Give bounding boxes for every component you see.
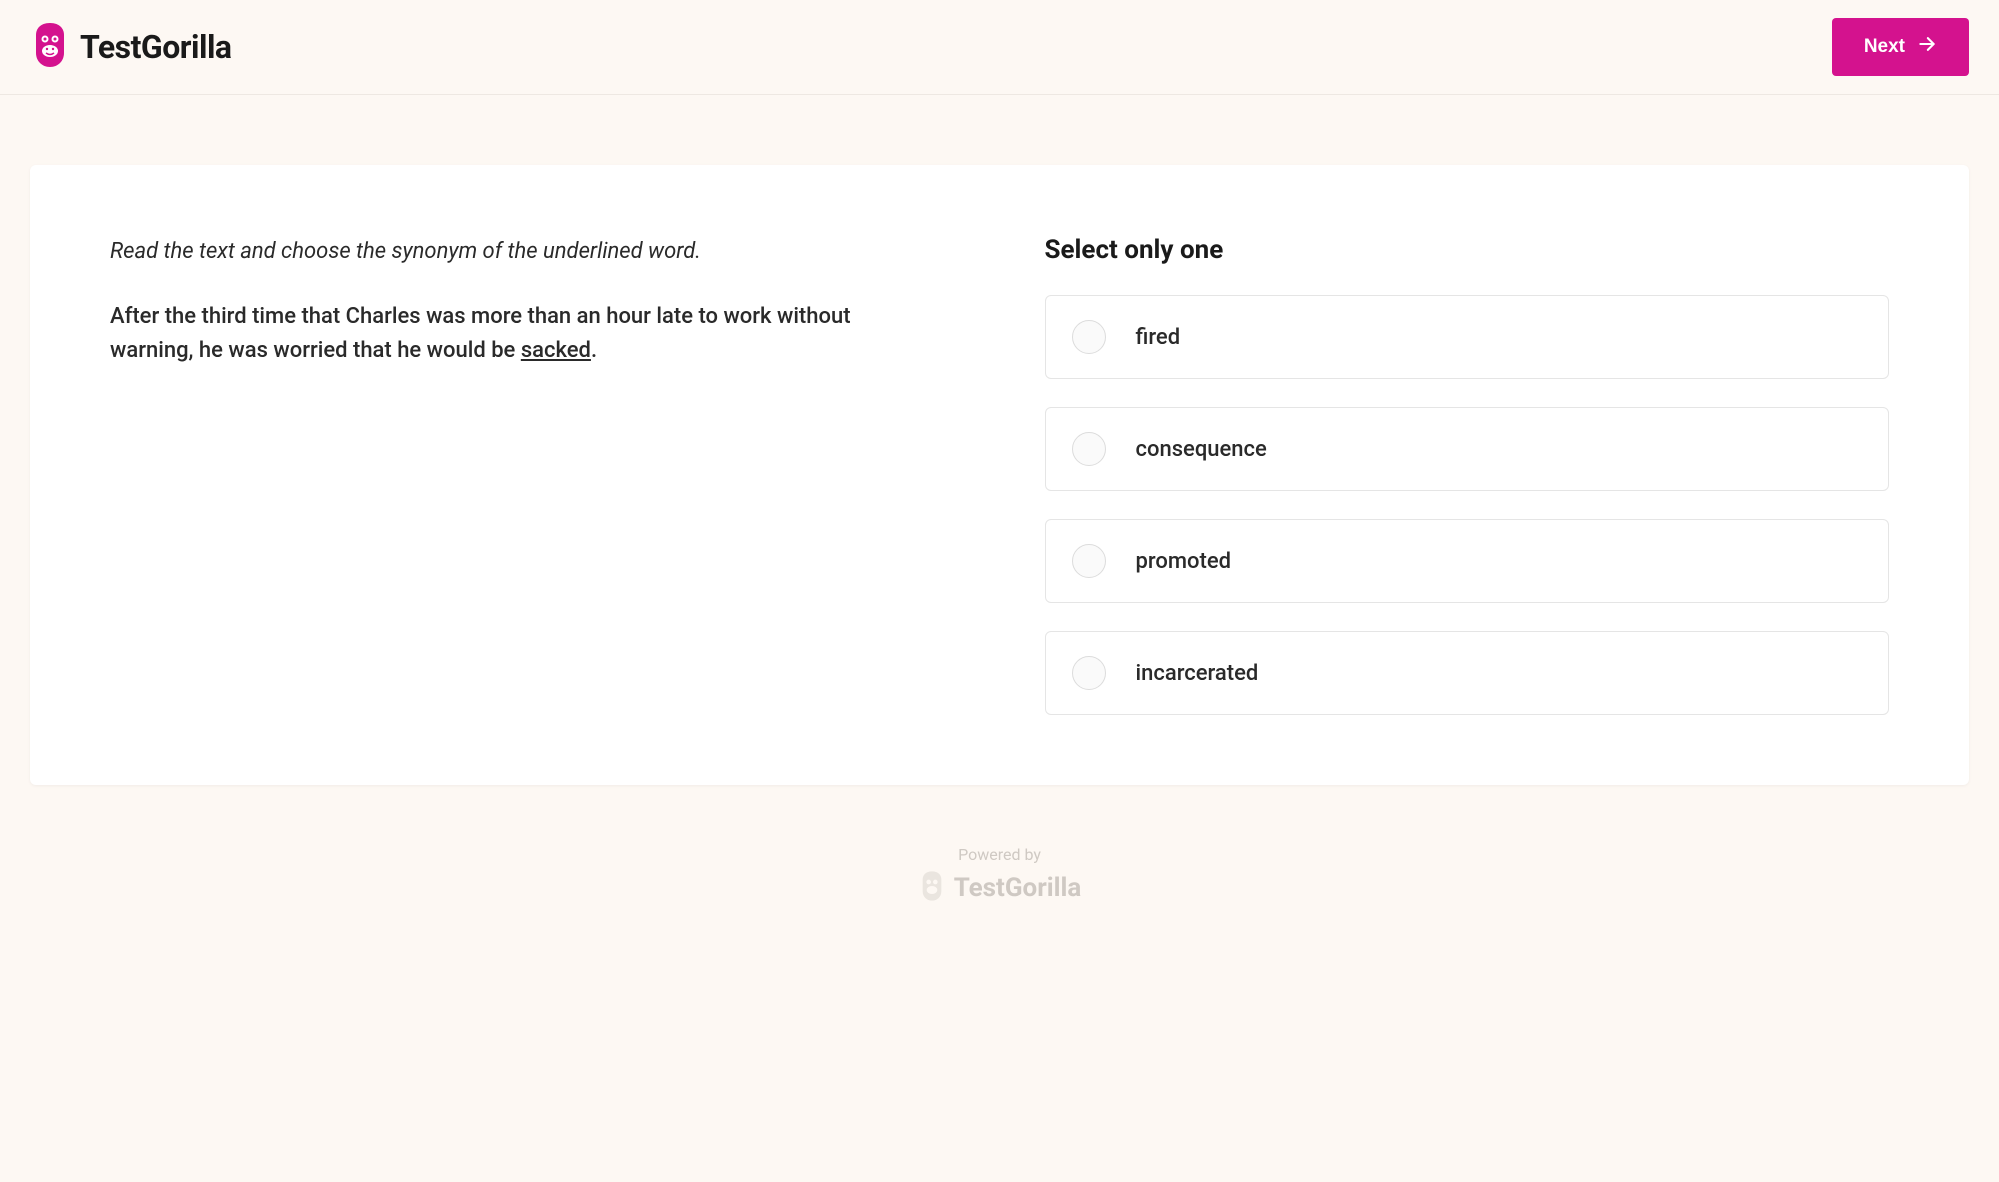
option-label: consequence (1136, 437, 1267, 462)
logo: TestGorilla (30, 21, 232, 73)
arrow-right-icon (1917, 34, 1937, 60)
answer-option-3[interactable]: incarcerated (1045, 631, 1890, 715)
footer-logo: TestGorilla (918, 870, 1082, 906)
answer-option-2[interactable]: promoted (1045, 519, 1890, 603)
next-button[interactable]: Next (1832, 18, 1969, 76)
passage-text: After the third time that Charles was mo… (110, 300, 935, 368)
instruction-text: Read the text and choose the synonym of … (110, 235, 935, 268)
question-card: Read the text and choose the synonym of … (30, 165, 1969, 785)
option-label: promoted (1136, 549, 1232, 574)
next-button-label: Next (1864, 36, 1905, 58)
radio-icon (1072, 320, 1106, 354)
question-panel: Read the text and choose the synonym of … (110, 235, 955, 715)
option-label: fired (1136, 325, 1181, 350)
answer-option-1[interactable]: consequence (1045, 407, 1890, 491)
answers-panel: Select only one fired consequence promot… (1045, 235, 1890, 715)
header: TestGorilla Next (0, 0, 1999, 95)
gorilla-icon (30, 21, 70, 73)
radio-icon (1072, 432, 1106, 466)
passage-before: After the third time that Charles was mo… (110, 304, 851, 363)
powered-by-text: Powered by (958, 845, 1041, 864)
radio-icon (1072, 544, 1106, 578)
gorilla-icon (918, 870, 946, 906)
passage-after: . (591, 338, 597, 363)
logo-text: TestGorilla (80, 28, 232, 66)
footer-brand: TestGorilla (954, 873, 1082, 903)
underlined-word: sacked (521, 338, 591, 363)
answer-option-0[interactable]: fired (1045, 295, 1890, 379)
footer: Powered by TestGorilla (0, 815, 1999, 966)
option-label: incarcerated (1136, 661, 1259, 686)
answers-title: Select only one (1045, 235, 1890, 265)
radio-icon (1072, 656, 1106, 690)
